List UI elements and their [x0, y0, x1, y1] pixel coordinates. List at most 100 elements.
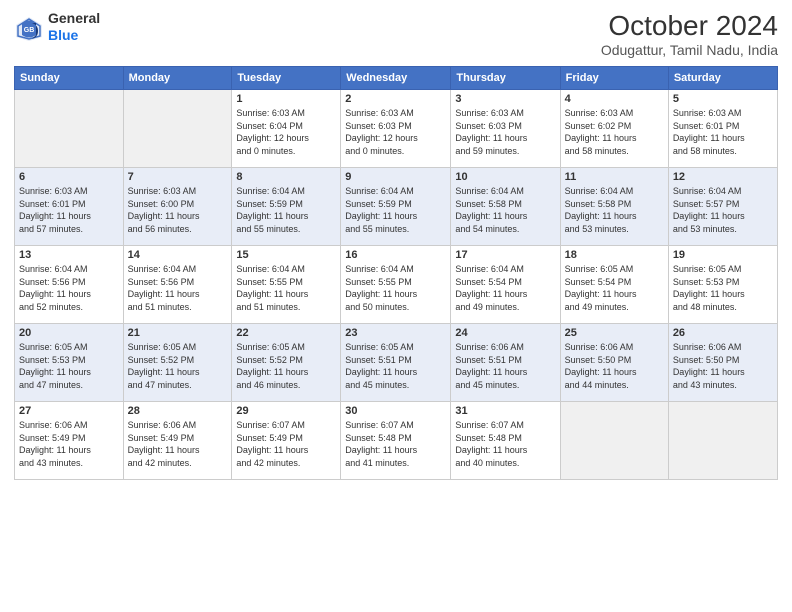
day-number: 7: [128, 171, 228, 183]
day-number: 2: [345, 93, 446, 105]
day-cell: 30Sunrise: 6:07 AMSunset: 5:48 PMDayligh…: [341, 402, 451, 480]
day-cell: 8 Sunrise: 6:04 AMSunset: 5:59 PMDaylight…: [232, 168, 341, 246]
day-number: 27: [19, 405, 119, 417]
day-number: 29: [236, 405, 336, 417]
day-cell: 2Sunrise: 6:03 AMSunset: 6:03 PMDaylight…: [341, 90, 451, 168]
day-cell: 28 Sunrise: 6:06 AMSunset: 5:49 PMDayligh…: [123, 402, 232, 480]
day-info: Sunrise: 6:06 AMSunset: 5:51 PMDaylight:…: [455, 341, 555, 391]
day-info: Sunrise: 6:03 AMSunset: 6:04 PMDaylight:…: [236, 107, 336, 157]
day-number: 10: [455, 171, 555, 183]
day-header-tuesday: Tuesday: [232, 67, 341, 90]
day-info: Sunrise: 6:06 AMSunset: 5:49 PMDaylight:…: [128, 419, 228, 469]
day-number: 31: [455, 405, 555, 417]
day-number: 3: [455, 93, 555, 105]
day-info: Sunrise: 6:04 AMSunset: 5:55 PMDaylight:…: [236, 263, 336, 313]
day-info: Sunrise: 6:05 AMSunset: 5:53 PMDaylight:…: [673, 263, 773, 313]
day-cell: [560, 402, 668, 480]
day-number: 17: [455, 249, 555, 261]
day-cell: 17Sunrise: 6:04 AMSunset: 5:54 PMDayligh…: [451, 246, 560, 324]
logo-icon: GB: [14, 15, 44, 39]
day-cell: 25Sunrise: 6:06 AMSunset: 5:50 PMDayligh…: [560, 324, 668, 402]
calendar-table: SundayMondayTuesdayWednesdayThursdayFrid…: [14, 66, 778, 480]
day-cell: 29 Sunrise: 6:07 AMSunset: 5:49 PMDayligh…: [232, 402, 341, 480]
day-number: 13: [19, 249, 119, 261]
logo-line1: General: [48, 10, 100, 27]
day-cell: 11 Sunrise: 6:04 AMSunset: 5:58 PMDayligh…: [560, 168, 668, 246]
day-number: 16: [345, 249, 446, 261]
day-number: 21: [128, 327, 228, 339]
day-number: 12: [673, 171, 773, 183]
day-cell: 18 Sunrise: 6:05 AMSunset: 5:54 PMDayligh…: [560, 246, 668, 324]
day-cell: 27Sunrise: 6:06 AMSunset: 5:49 PMDayligh…: [15, 402, 124, 480]
logo-line2: Blue: [48, 27, 100, 44]
day-cell: 15 Sunrise: 6:04 AMSunset: 5:55 PMDayligh…: [232, 246, 341, 324]
day-info: Sunrise: 6:05 AMSunset: 5:52 PMDaylight:…: [128, 341, 228, 391]
day-cell: 12Sunrise: 6:04 AMSunset: 5:57 PMDayligh…: [668, 168, 777, 246]
day-cell: [668, 402, 777, 480]
day-cell: 3 Sunrise: 6:03 AMSunset: 6:03 PMDaylight…: [451, 90, 560, 168]
day-number: 20: [19, 327, 119, 339]
day-info: Sunrise: 6:05 AMSunset: 5:53 PMDaylight:…: [19, 341, 119, 391]
month-title: October 2024: [601, 10, 778, 42]
day-number: 15: [236, 249, 336, 261]
day-cell: [15, 90, 124, 168]
logo-text: General Blue: [48, 10, 100, 44]
day-info: Sunrise: 6:05 AMSunset: 5:52 PMDaylight:…: [236, 341, 336, 391]
day-cell: 21 Sunrise: 6:05 AMSunset: 5:52 PMDayligh…: [123, 324, 232, 402]
day-number: 23: [345, 327, 446, 339]
day-number: 9: [345, 171, 446, 183]
day-cell: 10 Sunrise: 6:04 AMSunset: 5:58 PMDayligh…: [451, 168, 560, 246]
day-info: Sunrise: 6:04 AMSunset: 5:56 PMDaylight:…: [19, 263, 119, 313]
title-block: October 2024 Odugattur, Tamil Nadu, Indi…: [601, 10, 778, 58]
day-info: Sunrise: 6:05 AMSunset: 5:54 PMDaylight:…: [565, 263, 664, 313]
day-number: 28: [128, 405, 228, 417]
svg-text:GB: GB: [24, 27, 35, 34]
day-cell: 16Sunrise: 6:04 AMSunset: 5:55 PMDayligh…: [341, 246, 451, 324]
day-number: 11: [565, 171, 664, 183]
day-info: Sunrise: 6:04 AMSunset: 5:58 PMDaylight:…: [565, 185, 664, 235]
day-number: 8: [236, 171, 336, 183]
day-info: Sunrise: 6:07 AMSunset: 5:48 PMDaylight:…: [345, 419, 446, 469]
page: GB General Blue October 2024 Odugattur, …: [0, 0, 792, 612]
day-info: Sunrise: 6:06 AMSunset: 5:50 PMDaylight:…: [673, 341, 773, 391]
day-cell: 7 Sunrise: 6:03 AMSunset: 6:00 PMDaylight…: [123, 168, 232, 246]
day-number: 4: [565, 93, 664, 105]
day-info: Sunrise: 6:06 AMSunset: 5:50 PMDaylight:…: [565, 341, 664, 391]
day-cell: 22Sunrise: 6:05 AMSunset: 5:52 PMDayligh…: [232, 324, 341, 402]
day-header-saturday: Saturday: [668, 67, 777, 90]
day-info: Sunrise: 6:04 AMSunset: 5:59 PMDaylight:…: [345, 185, 446, 235]
day-header-monday: Monday: [123, 67, 232, 90]
day-cell: 20 Sunrise: 6:05 AMSunset: 5:53 PMDayligh…: [15, 324, 124, 402]
day-header-friday: Friday: [560, 67, 668, 90]
day-info: Sunrise: 6:04 AMSunset: 5:59 PMDaylight:…: [236, 185, 336, 235]
day-info: Sunrise: 6:03 AMSunset: 6:01 PMDaylight:…: [19, 185, 119, 235]
day-info: Sunrise: 6:03 AMSunset: 6:01 PMDaylight:…: [673, 107, 773, 157]
day-header-sunday: Sunday: [15, 67, 124, 90]
day-info: Sunrise: 6:03 AMSunset: 6:03 PMDaylight:…: [455, 107, 555, 157]
day-cell: 5Sunrise: 6:03 AMSunset: 6:01 PMDaylight…: [668, 90, 777, 168]
day-header-thursday: Thursday: [451, 67, 560, 90]
day-cell: 26 Sunrise: 6:06 AMSunset: 5:50 PMDayligh…: [668, 324, 777, 402]
week-row-3: 13 Sunrise: 6:04 AMSunset: 5:56 PMDayligh…: [15, 246, 778, 324]
day-number: 1: [236, 93, 336, 105]
week-row-2: 6 Sunrise: 6:03 AMSunset: 6:01 PMDaylight…: [15, 168, 778, 246]
day-header-wednesday: Wednesday: [341, 67, 451, 90]
week-row-1: 1 Sunrise: 6:03 AMSunset: 6:04 PMDaylight…: [15, 90, 778, 168]
day-info: Sunrise: 6:04 AMSunset: 5:58 PMDaylight:…: [455, 185, 555, 235]
day-number: 18: [565, 249, 664, 261]
day-cell: 31 Sunrise: 6:07 AMSunset: 5:48 PMDayligh…: [451, 402, 560, 480]
day-number: 24: [455, 327, 555, 339]
day-cell: 13 Sunrise: 6:04 AMSunset: 5:56 PMDayligh…: [15, 246, 124, 324]
day-cell: 9 Sunrise: 6:04 AMSunset: 5:59 PMDaylight…: [341, 168, 451, 246]
day-info: Sunrise: 6:07 AMSunset: 5:48 PMDaylight:…: [455, 419, 555, 469]
day-number: 6: [19, 171, 119, 183]
day-info: Sunrise: 6:03 AMSunset: 6:00 PMDaylight:…: [128, 185, 228, 235]
day-info: Sunrise: 6:07 AMSunset: 5:49 PMDaylight:…: [236, 419, 336, 469]
day-cell: 24 Sunrise: 6:06 AMSunset: 5:51 PMDayligh…: [451, 324, 560, 402]
day-number: 26: [673, 327, 773, 339]
week-row-5: 27 Sunrise: 6:06 AMSunset: 5:49 PMDayligh…: [15, 402, 778, 480]
day-cell: 19Sunrise: 6:05 AMSunset: 5:53 PMDayligh…: [668, 246, 777, 324]
header: GB General Blue October 2024 Odugattur, …: [14, 10, 778, 58]
header-row: SundayMondayTuesdayWednesdayThursdayFrid…: [15, 67, 778, 90]
day-info: Sunrise: 6:03 AMSunset: 6:02 PMDaylight:…: [565, 107, 664, 157]
